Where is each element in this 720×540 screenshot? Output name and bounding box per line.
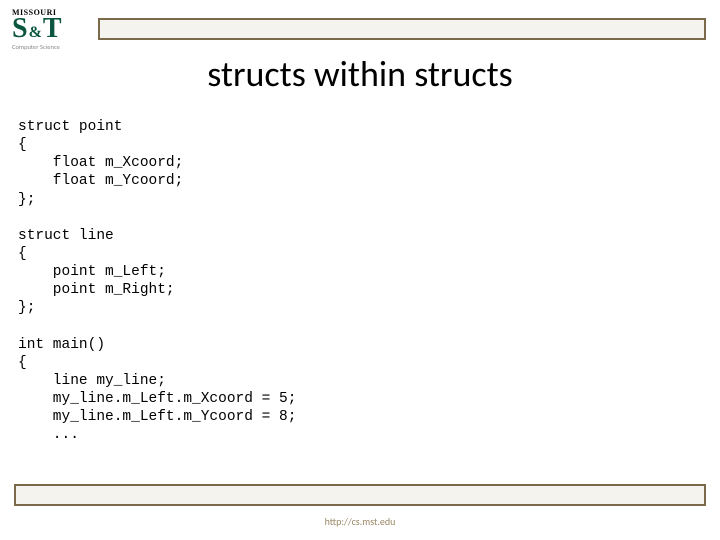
bottom-decorative-bar: [14, 484, 706, 506]
top-decorative-bar: [98, 18, 706, 40]
logo-department: Computer Science: [12, 43, 90, 51]
logo-ampersand: &: [29, 24, 42, 42]
footer-url: http://cs.mst.edu: [0, 515, 720, 528]
logo-main: S & T: [12, 15, 90, 43]
logo-letter-s: S: [12, 15, 28, 43]
slide-title: structs within structs: [0, 52, 720, 96]
code-block: struct point { float m_Xcoord; float m_Y…: [18, 118, 296, 444]
logo-letter-t: T: [43, 15, 62, 43]
logo: MISSOURI S & T Computer Science: [12, 8, 90, 51]
